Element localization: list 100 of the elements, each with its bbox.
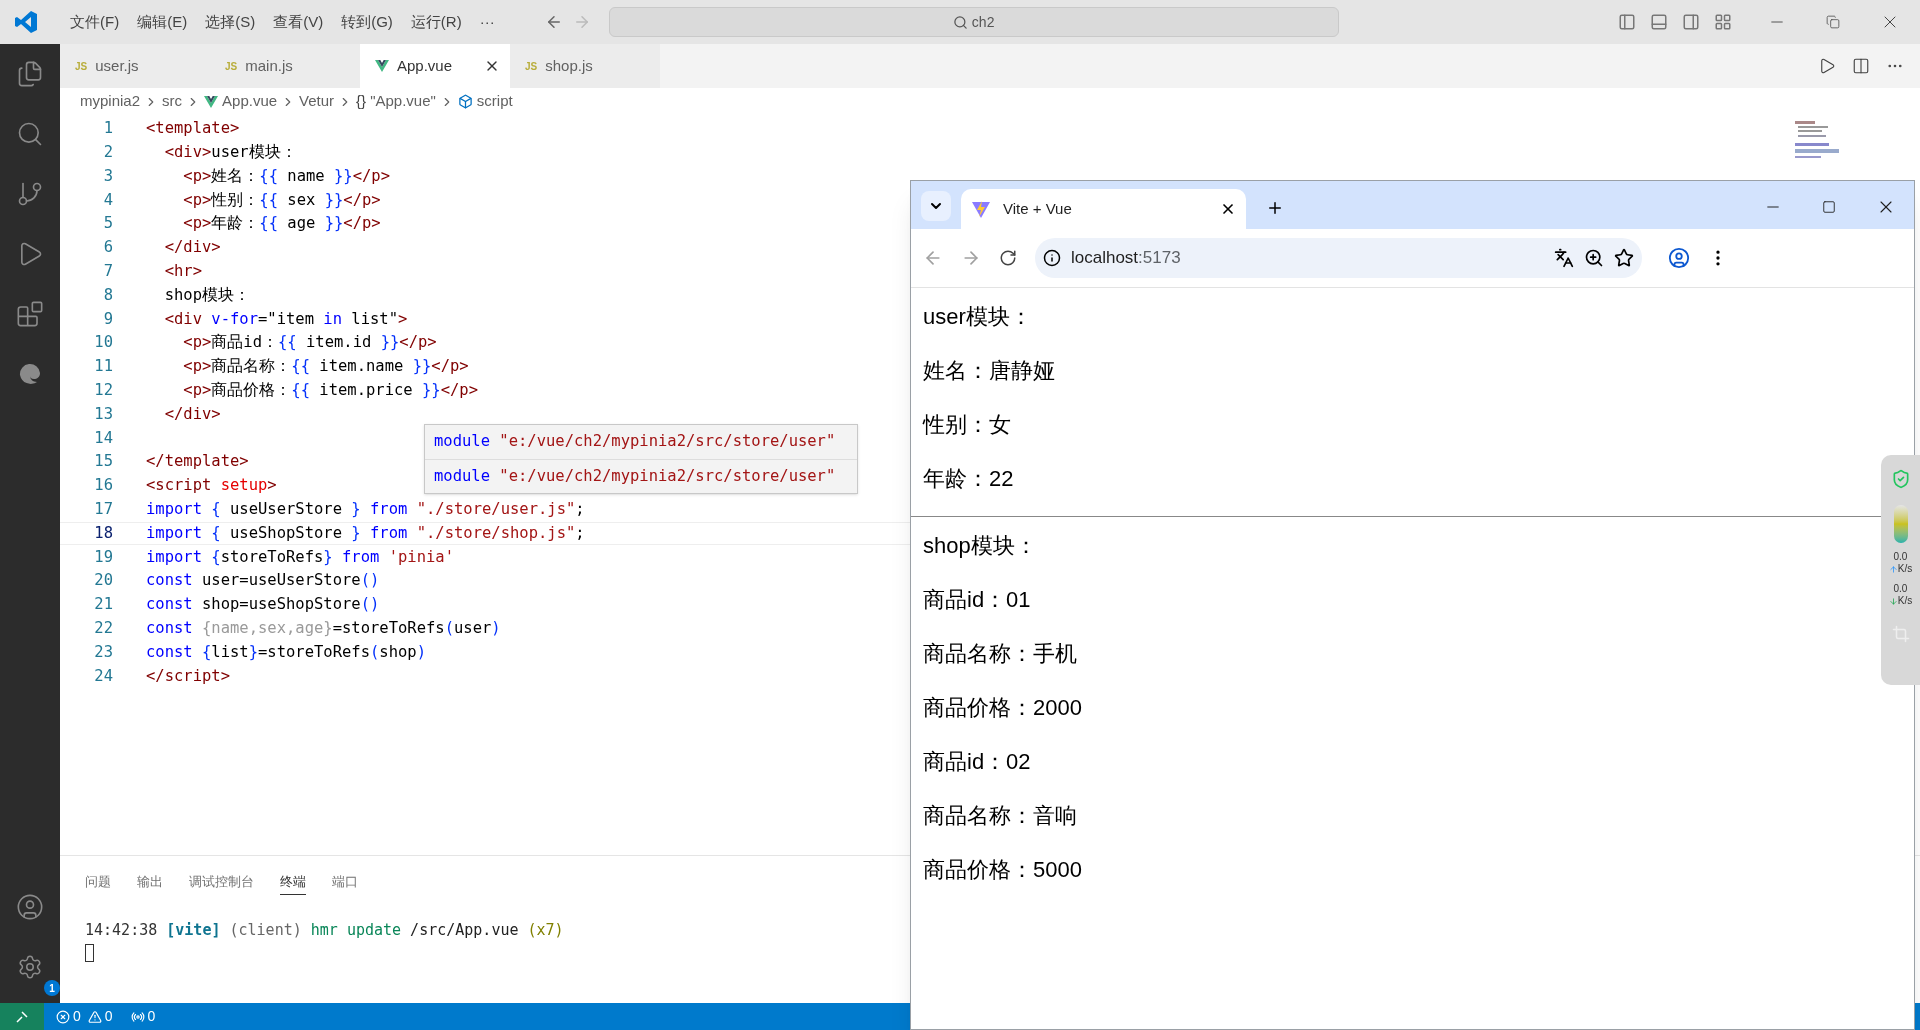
remote-button[interactable] bbox=[0, 1003, 44, 1030]
run-icon[interactable] bbox=[1818, 57, 1836, 75]
code-line: <hr> bbox=[163, 261, 202, 283]
tab-title: Vite + Vue bbox=[1003, 198, 1073, 219]
code-line: import { useShopStore } from "./store/shop.js"; bbox=[146, 522, 585, 544]
code-line: </div> bbox=[163, 237, 221, 259]
browser-tab[interactable]: Vite + Vue bbox=[961, 189, 1246, 229]
code-line: <p>年龄：{{ age }}</p> bbox=[182, 213, 381, 235]
breadcrumb-item[interactable]: "App.vue" bbox=[370, 90, 436, 113]
editor-tab[interactable]: App.vue bbox=[360, 44, 510, 88]
line-number: 22 bbox=[93, 618, 113, 639]
menu-item[interactable]: 转到(G) bbox=[341, 10, 393, 34]
vue-icon bbox=[204, 95, 219, 108]
antenna-icon bbox=[130, 1009, 145, 1024]
js-label: JS bbox=[75, 59, 88, 74]
line-number: 17 bbox=[93, 499, 113, 520]
ports-status[interactable]: 0 bbox=[130, 1006, 156, 1027]
translate-icon[interactable] bbox=[1554, 248, 1574, 268]
breadcrumb-item[interactable]: src bbox=[162, 90, 183, 113]
tooltip-row-text: module "e:/vue/ch2/mypinia2/src/store/user" bbox=[433, 431, 837, 453]
settings-icon[interactable] bbox=[17, 954, 43, 980]
reload-icon[interactable] bbox=[999, 249, 1017, 267]
code-line: </script> bbox=[146, 665, 230, 687]
editor-tab[interactable]: JS main.js bbox=[210, 44, 360, 88]
menu-item[interactable]: 选择(S) bbox=[205, 10, 256, 34]
command-center[interactable]: ch2 bbox=[608, 7, 1339, 37]
line-number: 10 bbox=[93, 332, 113, 354]
breadcrumb-item[interactable]: App.vue bbox=[222, 90, 278, 113]
page-text: 商品id：02 bbox=[923, 748, 1031, 776]
sidebar-toggle-icon[interactable] bbox=[1618, 13, 1636, 31]
editor-tab[interactable]: JS shop.js bbox=[510, 44, 660, 88]
breadcrumb-item[interactable]: mypinia2 bbox=[80, 90, 141, 113]
code-line: <template> bbox=[146, 118, 240, 140]
code-line: <p>姓名：{{ name }}</p> bbox=[182, 165, 390, 187]
line-number: 6 bbox=[102, 237, 113, 259]
editor-tab[interactable]: JS user.js bbox=[60, 44, 210, 88]
line-number: 9 bbox=[102, 308, 113, 330]
code-line: import { useUserStore } from "./store/user.js"; bbox=[146, 499, 585, 520]
split-editor-icon[interactable] bbox=[1852, 57, 1870, 75]
page-text: 商品价格：5000 bbox=[923, 856, 1082, 884]
code-line: const {list}=storeToRefs(shop) bbox=[146, 641, 426, 663]
panel-toggle-icon[interactable] bbox=[1650, 13, 1668, 31]
code-line: </div> bbox=[163, 403, 221, 425]
page-text: shop模块： bbox=[923, 532, 1037, 560]
code-line: import {storeToRefs} from 'pinia' bbox=[146, 546, 454, 568]
speed-value: 0.0 bbox=[1893, 551, 1908, 563]
code-line: const {name,sex,age}=storeToRefs(user) bbox=[146, 618, 501, 639]
line-number: 2 bbox=[102, 142, 113, 164]
address-bar[interactable]: localhost:5173 bbox=[1035, 238, 1642, 278]
code-line: </template> bbox=[146, 451, 249, 473]
layout-icon[interactable] bbox=[1714, 13, 1732, 31]
gauge-icon bbox=[1893, 505, 1908, 543]
tab-list-button[interactable] bbox=[921, 191, 951, 221]
page-text: 姓名：唐静娅 bbox=[923, 357, 1055, 385]
breadcrumb-item[interactable]: script bbox=[476, 90, 513, 113]
vue-icon bbox=[375, 60, 389, 72]
close-icon[interactable] bbox=[1220, 201, 1236, 217]
restore-icon[interactable] bbox=[1826, 15, 1840, 29]
url-text: localhost:5173 bbox=[1071, 247, 1182, 270]
search-icon bbox=[952, 14, 968, 30]
menu-item[interactable]: 文件(F) bbox=[70, 10, 120, 34]
menu-item[interactable]: 运行(R) bbox=[410, 10, 462, 34]
page-text: 商品id：01 bbox=[923, 586, 1031, 614]
braces-icon: {} bbox=[356, 90, 367, 113]
code-line: <p>性别：{{ sex }}</p> bbox=[182, 189, 381, 211]
code-line: shop模块： bbox=[163, 284, 250, 306]
menu-item[interactable]: 编辑(E) bbox=[137, 10, 188, 34]
new-tab-icon[interactable] bbox=[1266, 199, 1284, 217]
menu-item[interactable]: ··· bbox=[479, 10, 495, 34]
panel-tab[interactable]: 输出 bbox=[137, 871, 163, 896]
line-number: 3 bbox=[102, 165, 113, 187]
secondary-sidebar-icon[interactable] bbox=[1682, 13, 1700, 31]
line-number: 20 bbox=[93, 570, 113, 592]
download-icon bbox=[1888, 596, 1898, 606]
code-line: <script setup> bbox=[146, 475, 277, 497]
line-number: 14 bbox=[93, 427, 113, 449]
tooltip-row: module "e:/vue/ch2/mypinia2/src/store/user" bbox=[425, 459, 857, 493]
line-number: 8 bbox=[102, 284, 113, 306]
line-number: 21 bbox=[93, 594, 113, 616]
menu-item[interactable]: 查看(V) bbox=[273, 10, 324, 34]
terminal-cursor bbox=[85, 943, 94, 962]
star-icon[interactable] bbox=[1614, 248, 1634, 268]
panel-tab[interactable]: 调试控制台 bbox=[189, 871, 254, 896]
problems-status[interactable]: 0 0 bbox=[56, 1006, 113, 1027]
cube-icon bbox=[457, 94, 473, 109]
code-line: <p>商品价格：{{ item.price }}</p> bbox=[182, 380, 478, 402]
code-line: <div>user模块： bbox=[163, 142, 297, 164]
line-number: 15 bbox=[93, 451, 113, 473]
panel-tab[interactable]: 问题 bbox=[85, 871, 111, 896]
maximize-icon[interactable] bbox=[1822, 200, 1836, 214]
info-icon[interactable] bbox=[1043, 249, 1061, 267]
breadcrumb-item[interactable]: Vetur bbox=[299, 90, 335, 113]
line-number: 7 bbox=[102, 261, 113, 283]
panel-tab[interactable]: 终端 bbox=[280, 871, 306, 896]
panel-tab[interactable]: 端口 bbox=[332, 871, 358, 896]
profile-icon[interactable] bbox=[1668, 247, 1690, 269]
zoom-icon[interactable] bbox=[1584, 248, 1604, 268]
remote-icon bbox=[15, 1009, 29, 1024]
lightning-icon bbox=[971, 199, 991, 219]
speed-unit: K/s bbox=[1897, 595, 1913, 607]
